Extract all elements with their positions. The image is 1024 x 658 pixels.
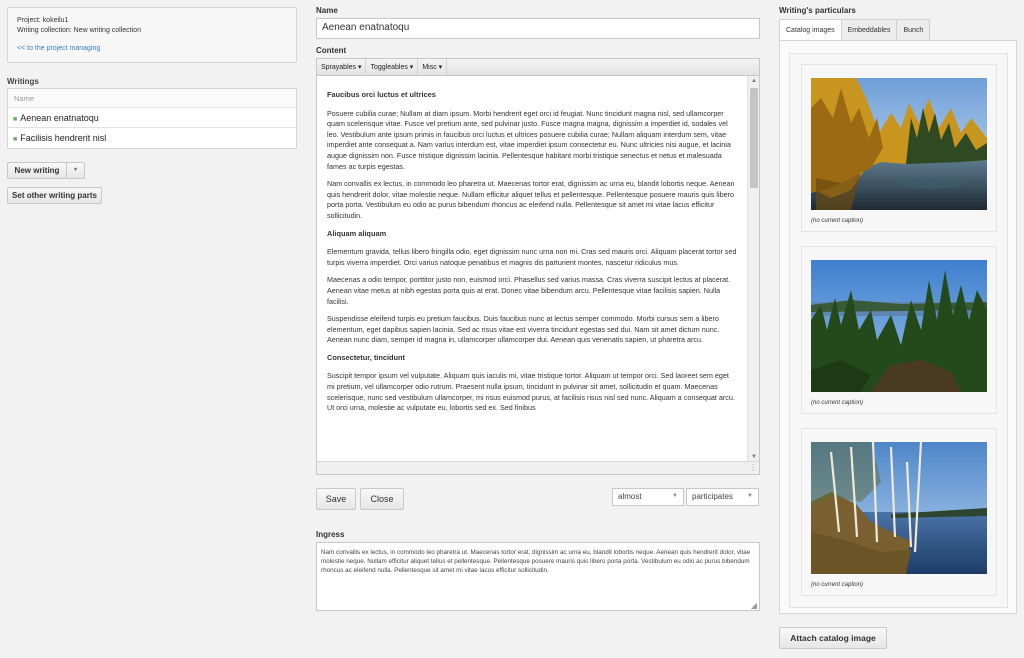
content-paragraph: Suspendisse eleifend turpis eu pretium f…	[327, 314, 720, 345]
writings-heading: Writings	[7, 77, 39, 86]
sprayables-menu[interactable]: Sprayables ▾	[317, 59, 367, 75]
content-paragraph: Maecenas a odio tempor, porttitor justo …	[327, 275, 731, 306]
collection-name: Writing collection: New writing collecti…	[17, 27, 141, 34]
name-input[interactable]: Aenean enatnatoqu	[316, 18, 760, 39]
bullet-icon: ■	[13, 136, 18, 143]
project-managing-link[interactable]: << to the project managing	[17, 44, 287, 54]
scroll-up-icon[interactable]: ▲	[748, 76, 760, 86]
image-caption: (no current caption)	[811, 582, 864, 588]
save-button[interactable]: Save	[316, 488, 356, 510]
misc-menu[interactable]: Misc ▾	[418, 59, 448, 75]
writings-list: Name ■ Aenean enatnatoqu ■ Facilisis hendr…	[7, 88, 297, 149]
catalog-image-card[interactable]: (no current caption)	[801, 64, 997, 232]
writing-item[interactable]: ■ Facilisis hendrerit nisl	[8, 128, 296, 148]
new-writing-button[interactable]: New writing	[7, 162, 67, 179]
content-heading: Consectetur, tincidunt	[327, 352, 406, 362]
image-gallery: (no current caption) (no current caption…	[789, 53, 1008, 608]
writings-column-header[interactable]: Name	[8, 89, 296, 108]
editor-statusbar: ⋮	[317, 461, 759, 474]
chevron-down-icon: ▼	[672, 493, 678, 499]
particulars-tabs: Catalog images Embeddables Bunch	[779, 19, 931, 41]
resize-grip-icon[interactable]: ◢	[751, 601, 757, 610]
tab-bunch[interactable]: Bunch	[896, 19, 931, 40]
autumn-lake-image	[811, 78, 987, 210]
birch-lake-image	[811, 442, 987, 574]
bullet-icon: ■	[13, 116, 18, 123]
content-paragraph: Elementum gravida, tellus libero fringil…	[327, 247, 737, 267]
set-other-parts-button[interactable]: Set other writing parts	[7, 187, 102, 204]
forest-lake-image	[811, 260, 987, 392]
name-label: Name	[316, 6, 338, 15]
resize-grip-icon[interactable]: ⋮	[749, 463, 757, 472]
catalog-image-card[interactable]: (no current caption)	[801, 246, 997, 414]
editor-scrollbar[interactable]: ▲ ▼	[747, 76, 759, 462]
toggleables-menu[interactable]: Toggleables ▾	[366, 59, 419, 75]
catalog-image-card[interactable]: (no current caption)	[801, 428, 997, 596]
content-paragraph: Suscipit tempor ipsum vel vulputate. Ali…	[327, 371, 735, 413]
content-paragraph: Nam convallis ex lectus, in commodo leo …	[327, 179, 735, 220]
writing-item[interactable]: ■ Aenean enatnatoqu	[8, 108, 296, 128]
image-caption: (no current caption)	[811, 400, 864, 406]
new-writing-dropdown[interactable]: ▾	[66, 162, 85, 179]
ingress-label: Ingress	[316, 530, 345, 539]
attach-catalog-image-button[interactable]: Attach catalog image	[779, 627, 887, 649]
content-label: Content	[316, 46, 347, 55]
almost-select[interactable]: almost ▼	[612, 488, 684, 506]
project-name: Project: kokeilu1	[17, 17, 69, 24]
close-button[interactable]: Close	[360, 488, 404, 510]
content-paragraph: Posuere cubilia curae; Nullam at diam ip…	[327, 108, 731, 171]
content-heading: Aliquam aliquam	[327, 228, 387, 238]
scroll-thumb[interactable]	[750, 88, 758, 188]
chevron-down-icon: ▼	[747, 493, 753, 499]
editor-toolbar: Sprayables ▾ Toggleables ▾ Misc ▾	[317, 59, 759, 76]
tab-embeddables[interactable]: Embeddables	[840, 19, 898, 40]
participates-select[interactable]: participates ▼	[686, 488, 759, 506]
tab-catalog-images[interactable]: Catalog images	[779, 19, 842, 41]
catalog-images-panel: (no current caption) (no current caption…	[779, 40, 1017, 614]
chevron-down-icon: ▾	[73, 167, 77, 173]
particulars-heading: Writing's particulars	[779, 6, 856, 15]
content-editor: Sprayables ▾ Toggleables ▾ Misc ▾ Faucib…	[316, 58, 760, 475]
content-heading: Faucibus orci luctus et ultrices	[327, 90, 436, 99]
image-caption: (no current caption)	[811, 218, 864, 224]
editor-content-area[interactable]: Faucibus orci luctus et ultrices Posuere …	[317, 76, 747, 462]
project-info-box: Project: kokeilu1 Writing collection: Ne…	[7, 7, 297, 63]
ingress-textarea[interactable]: Nam convallis ex lectus, in commodo leo …	[316, 542, 760, 611]
